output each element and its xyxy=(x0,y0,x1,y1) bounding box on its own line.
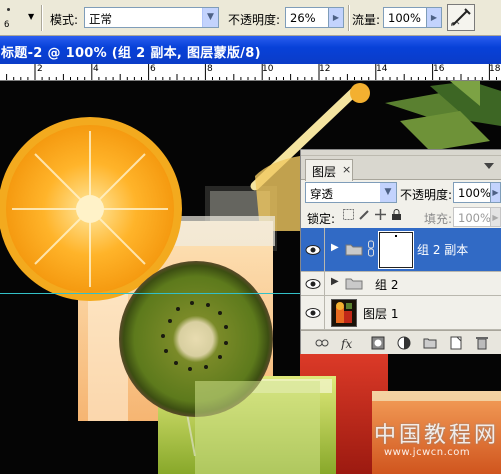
opacity-slider-arrow-icon[interactable]: ▶ xyxy=(328,7,344,28)
layer-row-layer-1[interactable]: 图层 1 xyxy=(301,296,501,330)
layer-opacity-label: 不透明度: xyxy=(400,188,453,202)
toolbar-separator xyxy=(41,5,43,31)
add-mask-icon[interactable] xyxy=(371,336,385,350)
layer-row-group-2[interactable]: ▶ 组 2 xyxy=(301,272,501,296)
layer-style-icon[interactable]: fx xyxy=(341,336,359,350)
tab-layers-label: 图层 xyxy=(312,165,337,179)
brush-size-label: 6 xyxy=(4,20,10,30)
trash-icon[interactable] xyxy=(475,336,489,350)
brush-preset-picker[interactable]: 6 xyxy=(0,2,20,34)
chain-link-icon[interactable] xyxy=(367,240,375,258)
panel-footer: fx xyxy=(301,330,501,354)
watermark-text: 中国教程网 xyxy=(374,423,500,448)
tab-layers[interactable]: 图层 × xyxy=(305,159,353,181)
close-icon[interactable]: × xyxy=(342,163,351,176)
tool-options-bar: 6 ▼ 模式: 正常 ▼ 不透明度: 26% ▶ 流量: 100% ▶ xyxy=(0,0,501,36)
layer-opacity-input[interactable]: 100% xyxy=(453,182,491,203)
mode-value: 正常 xyxy=(89,12,112,26)
ruler-label: 18 xyxy=(489,64,501,74)
layer-name[interactable]: 组 2 xyxy=(375,276,398,293)
visibility-cell[interactable] xyxy=(301,296,325,329)
brush-tip-icon xyxy=(7,8,10,11)
flow-label: 流量: xyxy=(352,13,381,27)
fill-value: 100% xyxy=(458,211,491,225)
eye-icon xyxy=(305,279,321,289)
folder-icon xyxy=(345,244,363,256)
opacity-value: 26% xyxy=(290,11,316,25)
mode-label: 模式: xyxy=(50,13,79,27)
document-title-bar[interactable]: 标题-2 @ 100% (组 2 副本, 图层蒙版/8) xyxy=(0,36,501,64)
chevron-down-icon: ▼ xyxy=(380,183,396,202)
ruler-label: 8 xyxy=(207,64,213,74)
mode-select[interactable]: 正常 ▼ xyxy=(84,7,219,28)
folder-icon xyxy=(345,278,363,290)
new-group-icon[interactable] xyxy=(423,336,437,350)
ruler-label: 6 xyxy=(150,64,156,74)
blend-mode-select[interactable]: 穿透 ▼ xyxy=(305,182,397,203)
layer-name[interactable]: 组 2 副本 xyxy=(417,241,468,258)
airbrush-icon xyxy=(451,8,471,27)
layer-row-group-2-copy[interactable]: ▶ 组 2 副本 xyxy=(301,228,501,272)
flow-value: 100% xyxy=(388,11,421,25)
ruler-label: 10 xyxy=(262,64,274,74)
lock-row: 锁定: 填充: 100% ▶ xyxy=(301,206,501,228)
layer-mask-thumbnail[interactable] xyxy=(378,231,414,269)
layer-thumbnail[interactable] xyxy=(331,299,357,327)
flow-slider-arrow-icon[interactable]: ▶ xyxy=(426,7,442,28)
blend-mode-value: 穿透 xyxy=(310,187,333,201)
mask-dot xyxy=(395,235,397,237)
layer-opacity-arrow-icon[interactable]: ▶ xyxy=(490,182,501,203)
lock-all-icon[interactable] xyxy=(391,209,402,220)
brush-dropdown-arrow-icon[interactable]: ▼ xyxy=(28,12,34,21)
ruler-label: 16 xyxy=(433,64,445,74)
layer-name[interactable]: 图层 1 xyxy=(363,305,398,322)
ruler-label: 12 xyxy=(319,64,331,74)
visibility-cell[interactable] xyxy=(301,228,325,271)
fill-label: 填充: xyxy=(424,212,453,226)
visibility-cell[interactable] xyxy=(301,272,325,295)
eye-icon xyxy=(305,245,321,255)
lock-position-icon[interactable] xyxy=(375,209,386,220)
document-title: 标题-2 @ 100% (组 2 副本, 图层蒙版/8) xyxy=(1,46,261,61)
horizontal-ruler[interactable]: 2 4 6 8 10 12 14 16 18 xyxy=(0,64,501,81)
link-layers-icon[interactable] xyxy=(315,336,329,350)
panel-tab-bar: 图层 × xyxy=(301,156,501,181)
lock-transparent-pixels-icon[interactable] xyxy=(343,209,354,220)
lock-label: 锁定: xyxy=(307,212,336,226)
layers-panel: 图层 × 穿透 ▼ 不透明度: 100% ▶ 锁定: 填充: 100% ▶ ▶ … xyxy=(300,149,501,354)
chevron-down-icon: ▼ xyxy=(202,8,218,27)
toolbar-separator xyxy=(348,5,350,31)
fill-arrow-icon: ▶ xyxy=(490,207,501,227)
fill-input: 100% xyxy=(453,207,491,227)
ruler-label: 4 xyxy=(93,64,99,74)
expand-triangle-icon[interactable]: ▶ xyxy=(331,276,339,287)
new-layer-icon[interactable] xyxy=(449,336,463,350)
layer-opacity-value: 100% xyxy=(458,186,491,200)
ruler-label: 14 xyxy=(376,64,388,74)
ruler-ticks xyxy=(6,64,497,80)
airbrush-toggle-button[interactable] xyxy=(447,4,475,31)
expand-triangle-icon[interactable]: ▶ xyxy=(331,242,339,253)
ruler-label: 2 xyxy=(37,64,43,74)
adjustment-layer-icon[interactable] xyxy=(397,336,411,350)
blend-row: 穿透 ▼ 不透明度: 100% ▶ xyxy=(301,180,501,206)
svg-text:fx: fx xyxy=(341,337,352,350)
panel-menu-icon[interactable] xyxy=(483,161,495,171)
opacity-label: 不透明度: xyxy=(228,13,281,27)
eye-icon xyxy=(305,308,321,318)
flow-input[interactable]: 100% xyxy=(383,7,427,28)
opacity-input[interactable]: 26% xyxy=(285,7,329,28)
watermark-url: www.jcwcn.com xyxy=(384,447,471,458)
lock-image-pixels-icon[interactable] xyxy=(359,209,370,220)
